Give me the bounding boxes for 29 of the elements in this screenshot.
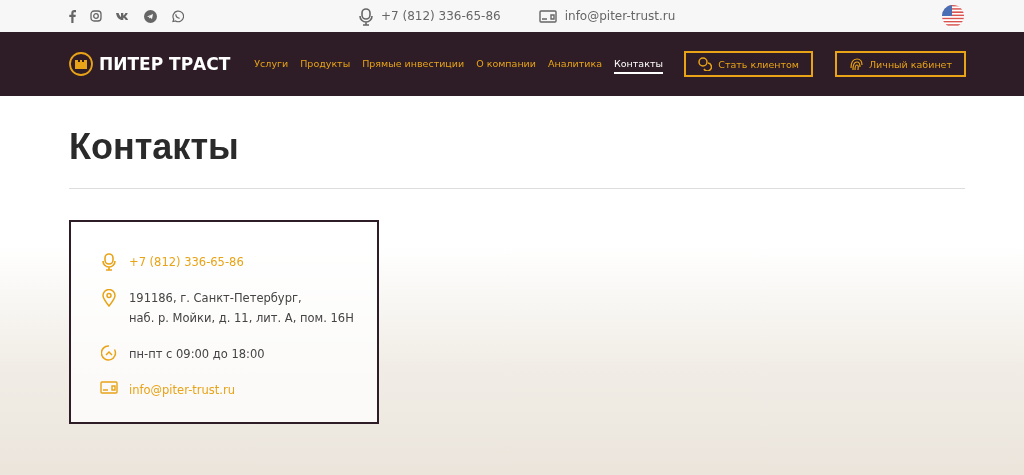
clock-icon bbox=[101, 345, 117, 361]
nav-link[interactable]: Аналитика bbox=[547, 54, 602, 74]
nav-link[interactable]: Услуги bbox=[254, 54, 289, 74]
hours-text: пн-пт с 09:00 до 18:00 bbox=[129, 346, 265, 363]
logo-text[interactable]: ПИТЕР ТРАСТ bbox=[99, 54, 231, 74]
envelope-icon bbox=[538, 10, 557, 23]
nav-link[interactable]: Продукты bbox=[300, 54, 351, 74]
top-phone-link[interactable]: +7 (812) 336-65-86 bbox=[381, 9, 501, 23]
fingerprint-icon bbox=[848, 57, 863, 71]
become-client-button[interactable]: Стать клиентом bbox=[684, 51, 813, 77]
vk-icon[interactable] bbox=[116, 11, 130, 21]
top-email-link[interactable]: info@piter-trust.ru bbox=[564, 9, 676, 23]
envelope-icon bbox=[100, 381, 118, 394]
nav-link[interactable]: Прямые инвестиции bbox=[362, 54, 465, 74]
logo-icon[interactable] bbox=[69, 52, 93, 76]
address-text: 191186, г. Санкт-Петербург, наб. р. Мойки, д. 11, лит. А, пом. 16Н bbox=[129, 290, 354, 327]
nav-link[interactable]: О компании bbox=[476, 54, 536, 74]
instagram-icon[interactable] bbox=[90, 10, 102, 22]
facebook-icon[interactable] bbox=[69, 9, 76, 23]
coins-icon bbox=[698, 57, 713, 71]
account-button[interactable]: Личный кабинет bbox=[834, 51, 966, 77]
telegram-icon[interactable] bbox=[144, 9, 157, 23]
microphone-icon bbox=[102, 253, 116, 271]
location-pin-icon bbox=[102, 289, 116, 307]
nav-link[interactable]: Контакты bbox=[614, 54, 663, 74]
microphone-icon bbox=[359, 7, 373, 26]
page-title: Контакты bbox=[69, 125, 240, 169]
whatsapp-icon[interactable] bbox=[171, 9, 184, 23]
us-flag-icon[interactable] bbox=[942, 5, 964, 27]
